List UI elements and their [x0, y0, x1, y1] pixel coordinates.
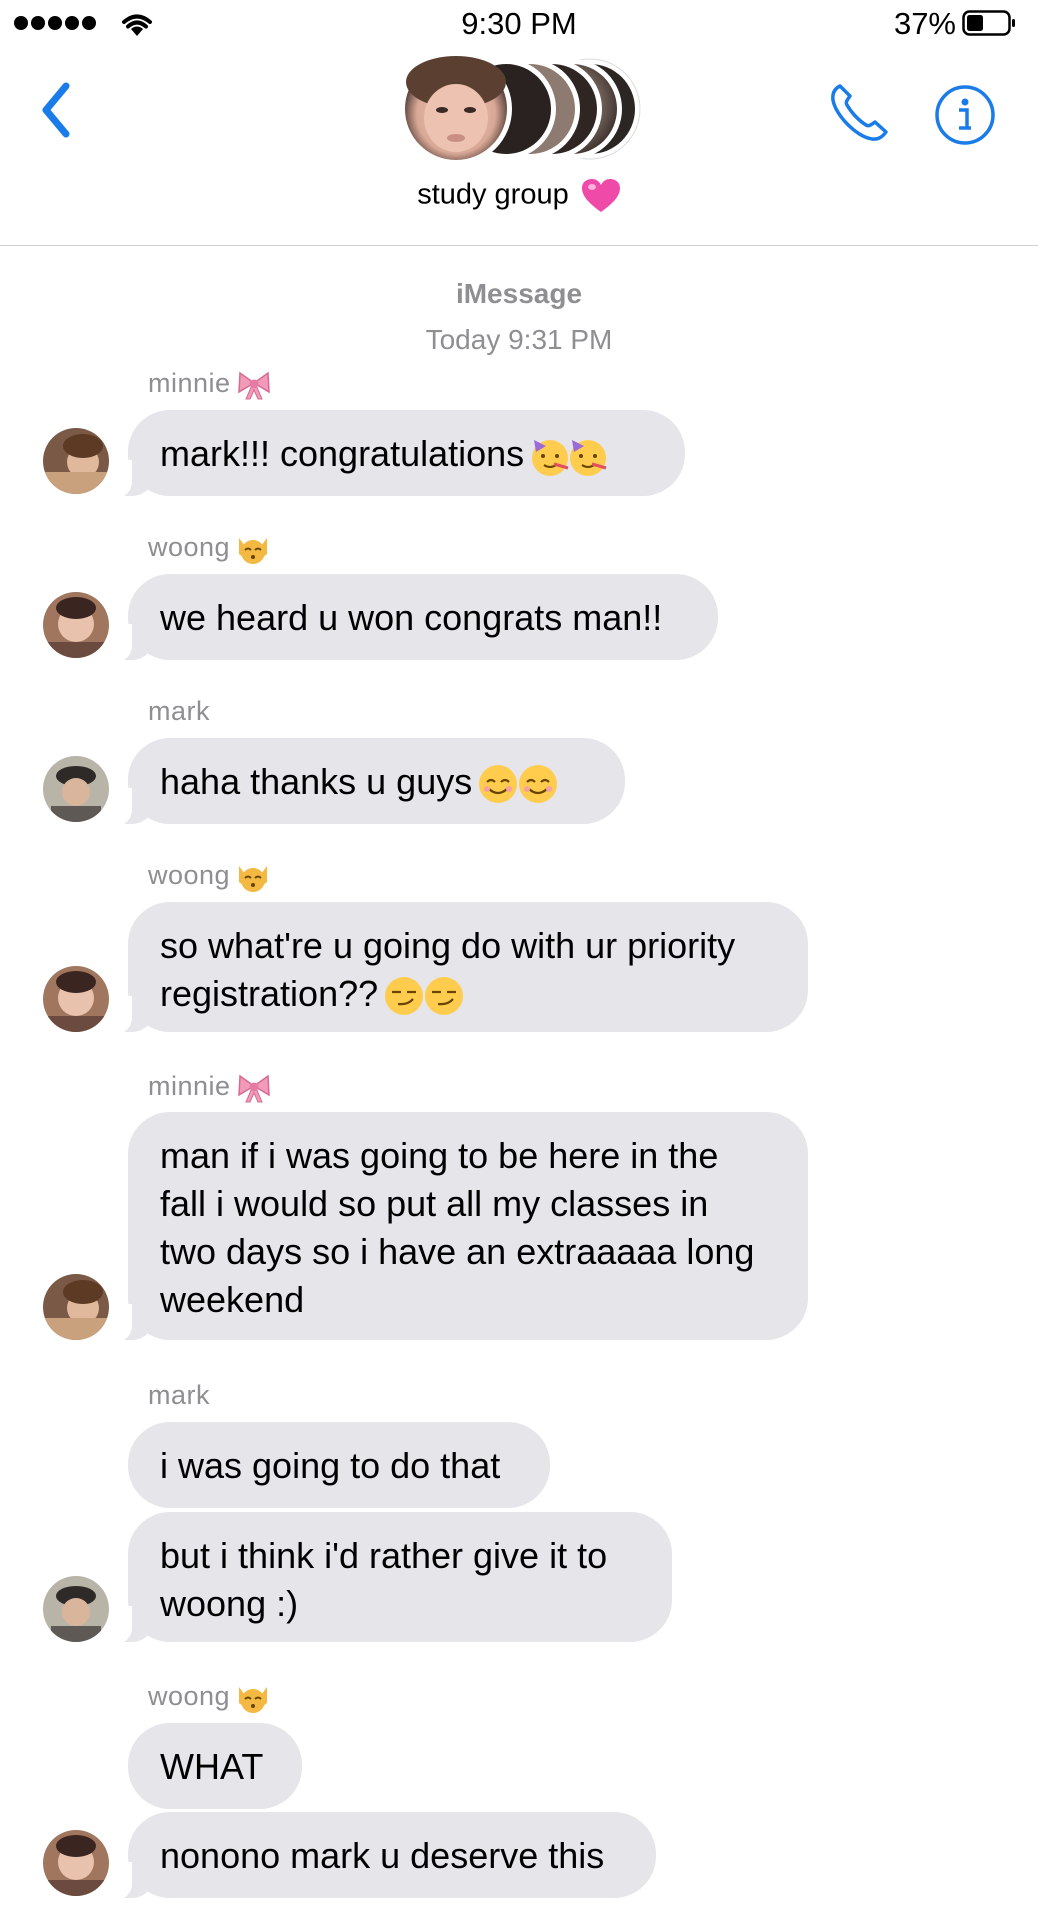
- group-avatar-stack[interactable]: [392, 50, 648, 168]
- pink-heart-icon: [581, 179, 620, 212]
- message-bubble[interactable]: we heard u won congrats man!!: [106, 574, 718, 662]
- avatar-minnie[interactable]: [43, 428, 109, 494]
- message-bubble[interactable]: so what're u going do with ur priority r…: [106, 902, 808, 1034]
- message-bubble[interactable]: nonono mark u deserve this: [106, 1812, 656, 1900]
- avatar-minnie[interactable]: [43, 1274, 109, 1340]
- message-bubble[interactable]: mark!!! congratulations: [106, 410, 685, 498]
- avatar-woong[interactable]: [43, 1830, 109, 1896]
- smirking-face-icon: [385, 977, 424, 1016]
- kissing-cat-icon: [239, 865, 268, 892]
- status-time: 9:30 PM: [461, 6, 577, 41]
- avatar-woong[interactable]: [43, 592, 109, 658]
- back-chevron-icon[interactable]: [36, 78, 76, 142]
- smiling-face-icon: [519, 765, 558, 804]
- status-bar: 9:30 PM 37%: [0, 0, 1038, 48]
- sender-name: minnie: [148, 368, 271, 400]
- thread-timestamp: Today 9:31 PM: [425, 324, 613, 355]
- avatar-woong[interactable]: [43, 966, 109, 1032]
- avatar-mark[interactable]: [43, 756, 109, 822]
- partying-face-icon: [570, 440, 607, 477]
- message-bubble[interactable]: but i think i'd rather give it to woong …: [106, 1512, 672, 1644]
- smirking-face-icon: [425, 977, 464, 1016]
- battery-icon: [962, 10, 1015, 36]
- smiling-face-icon: [479, 765, 518, 804]
- service-label: iMessage: [455, 278, 583, 309]
- sender-name: mark: [148, 696, 210, 726]
- message-bubble[interactable]: i was going to do that: [128, 1422, 550, 1508]
- info-icon[interactable]: [934, 84, 996, 146]
- sender-name: woong: [148, 860, 270, 892]
- ribbon-icon: [237, 1074, 270, 1103]
- message-bubble[interactable]: haha thanks u guys: [106, 738, 625, 826]
- sender-name: minnie: [148, 1071, 271, 1103]
- ribbon-icon: [237, 371, 270, 400]
- kissing-cat-icon: [239, 537, 268, 564]
- sender-name: woong: [148, 532, 270, 564]
- group-name[interactable]: study group: [0, 178, 1038, 214]
- phone-icon[interactable]: [826, 80, 892, 146]
- kissing-cat-icon: [239, 1686, 268, 1713]
- message-bubble[interactable]: man if i was going to be here in the fal…: [106, 1112, 808, 1342]
- message-bubble[interactable]: WHAT: [128, 1723, 302, 1809]
- conversation-header: study group: [0, 48, 1038, 246]
- avatar-mark[interactable]: [43, 1576, 109, 1642]
- sender-name: mark: [148, 1380, 210, 1410]
- battery-percentage: 37%: [893, 6, 956, 41]
- sender-name: woong: [148, 1681, 270, 1713]
